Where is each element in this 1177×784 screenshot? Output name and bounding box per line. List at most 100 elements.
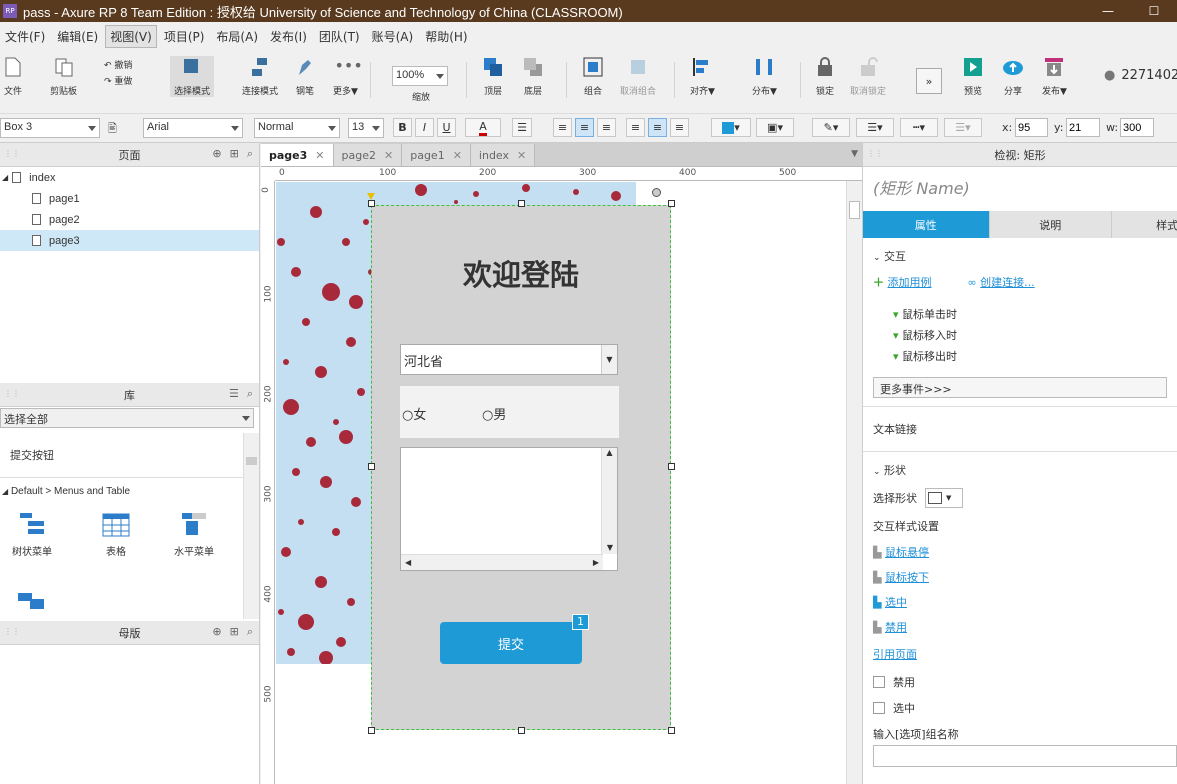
collapse-icon[interactable]: ◢ xyxy=(2,173,8,182)
file-button[interactable]: 文件 xyxy=(2,56,24,97)
event-mouse-enter[interactable]: ▾ 鼠标移入时 xyxy=(893,325,1167,346)
close-icon[interactable]: ✕ xyxy=(384,149,393,162)
tab-index[interactable]: index ✕ xyxy=(470,144,536,166)
group-button[interactable]: 组合 xyxy=(582,56,604,97)
style-selected-link[interactable]: ▙ 选中 xyxy=(873,590,1167,615)
shape-picker[interactable]: ▼ xyxy=(925,488,963,508)
line-color-button[interactable]: ✎ ▾ xyxy=(812,118,850,137)
clipboard-button[interactable]: 剪贴板 xyxy=(50,56,77,97)
scroll-left-icon[interactable]: ◀ xyxy=(405,558,411,567)
font-size-select[interactable]: 13 xyxy=(348,118,384,138)
tab-style[interactable]: 样式 xyxy=(1111,211,1177,238)
style-hover-link[interactable]: ▙ 鼠标悬停 xyxy=(873,540,1167,565)
menu-publish[interactable]: 发布(I) xyxy=(265,25,312,48)
font-color-button[interactable]: A xyxy=(465,118,501,137)
align-button[interactable]: 对齐▼ xyxy=(690,56,715,97)
scroll-right-icon[interactable]: ▶ xyxy=(593,558,599,567)
close-icon[interactable]: ✕ xyxy=(517,149,526,162)
undo-button[interactable]: ↶ 撤销 xyxy=(104,58,132,74)
expand-more-button[interactable]: » xyxy=(916,68,942,94)
library-item-horizontal-menu[interactable]: 水平菜单 xyxy=(162,511,226,558)
event-mouse-leave[interactable]: ▾ 鼠标移出时 xyxy=(893,346,1167,367)
canvas-scrollbar[interactable] xyxy=(846,181,862,784)
menu-team[interactable]: 团队(T) xyxy=(314,25,365,48)
close-icon[interactable]: ✕ xyxy=(453,149,462,162)
valign-top-button[interactable]: ≡ xyxy=(626,118,645,137)
create-link-link[interactable]: ∞ 创建连接... xyxy=(968,274,1035,290)
minimize-icon[interactable]: — xyxy=(1085,0,1131,22)
library-filter-select[interactable]: 选择全部 xyxy=(0,408,254,428)
scroll-down-icon[interactable]: ▼ xyxy=(602,543,618,552)
option-group-input[interactable] xyxy=(873,745,1177,767)
search-icon[interactable]: ⌕ xyxy=(247,147,253,161)
line-style-button[interactable]: ┅ ▾ xyxy=(900,118,938,137)
shape-name-field[interactable]: (矩形 Name) xyxy=(863,167,1177,207)
corner-radius-handle[interactable] xyxy=(367,193,375,200)
publish-button[interactable]: 发布▼ xyxy=(1042,56,1067,97)
resize-handle[interactable] xyxy=(518,200,525,207)
menu-file[interactable]: 文件(F) xyxy=(0,25,50,48)
search-icon[interactable]: ⌕ xyxy=(247,625,253,639)
user-account[interactable]: ● 2271402 xyxy=(1104,68,1177,83)
select-mode-button[interactable]: 选择模式 xyxy=(170,56,215,97)
bring-top-button[interactable]: 顶层 xyxy=(482,56,504,97)
menu-view[interactable]: 视图(V) xyxy=(105,24,157,48)
menu-icon[interactable]: ☰ xyxy=(229,387,239,401)
lock-button[interactable]: 锁定 xyxy=(814,56,836,97)
textarea-field[interactable]: ▲ ▼ ◀ ▶ xyxy=(400,447,618,571)
reference-page-link[interactable]: 引用页面 xyxy=(873,648,917,661)
search-icon[interactable]: ⌕ xyxy=(247,387,253,401)
add-page-icon[interactable]: ⊕ xyxy=(212,147,221,161)
add-case-link[interactable]: ＋ 添加用例 xyxy=(873,274,932,290)
x-input[interactable] xyxy=(1015,118,1048,137)
resize-handle[interactable] xyxy=(668,463,675,470)
bold-button[interactable]: B xyxy=(393,118,412,137)
text-link-section[interactable]: 文本链接 xyxy=(863,406,1177,451)
y-input[interactable] xyxy=(1066,118,1100,137)
bullet-list-button[interactable]: ☰ xyxy=(512,118,532,137)
pen-button[interactable]: 钢笔 xyxy=(294,56,316,97)
ungroup-button[interactable]: 取消组合 xyxy=(620,56,656,97)
resize-handle[interactable] xyxy=(668,727,675,734)
rotate-handle[interactable] xyxy=(652,188,661,197)
menu-account[interactable]: 账号(A) xyxy=(367,25,419,48)
library-item-tree-menu[interactable]: 树状菜单 xyxy=(0,511,64,558)
disabled-checkbox[interactable]: 禁用 xyxy=(873,674,1167,690)
connect-mode-button[interactable]: 连接模式 xyxy=(242,56,278,97)
radio-male[interactable]: ○男 xyxy=(482,404,506,423)
resize-handle[interactable] xyxy=(668,200,675,207)
tree-node-page3[interactable]: page3 xyxy=(0,230,259,251)
tree-node-page1[interactable]: page1 xyxy=(0,188,259,209)
tab-properties[interactable]: 属性 xyxy=(863,211,989,238)
tab-page1[interactable]: page1 ✕ xyxy=(402,144,471,166)
tab-page3[interactable]: page3 ✕ xyxy=(261,144,334,166)
library-item-table[interactable]: 表格 xyxy=(84,511,148,558)
font-family-select[interactable]: Arial xyxy=(143,118,243,138)
unlock-button[interactable]: 取消锁定 xyxy=(850,56,886,97)
valign-middle-button[interactable]: ≡ xyxy=(648,118,667,137)
maximize-icon[interactable]: ☐ xyxy=(1131,0,1177,22)
add-master-icon[interactable]: ⊕ xyxy=(212,625,221,639)
w-input[interactable] xyxy=(1120,118,1154,137)
library-section-header[interactable]: ◢ Default > Menus and Table xyxy=(0,477,243,505)
fill-color-button[interactable]: ▾ xyxy=(711,118,751,137)
selected-checkbox[interactable]: 选中 xyxy=(873,700,1167,716)
redo-button[interactable]: ↷ 重做 xyxy=(104,74,132,90)
align-right-button[interactable]: ≡ xyxy=(597,118,616,137)
tree-node-page2[interactable]: page2 xyxy=(0,209,259,230)
style-disabled-link[interactable]: ▙ 禁用 xyxy=(873,615,1167,640)
resize-handle[interactable] xyxy=(518,727,525,734)
menu-layout[interactable]: 布局(A) xyxy=(211,25,263,48)
event-click[interactable]: ▾ 鼠标单击时 xyxy=(893,304,1167,325)
library-scrollbar[interactable] xyxy=(243,433,259,619)
line-width-button[interactable]: ☰ ▾ xyxy=(856,118,894,137)
scroll-up-icon[interactable]: ▲ xyxy=(602,448,617,457)
province-select[interactable]: 河北省 ▼ xyxy=(400,344,618,375)
italic-button[interactable]: I xyxy=(415,118,434,137)
library-item-submit[interactable]: 提交按钮 xyxy=(0,433,243,477)
tab-notes[interactable]: 说明 xyxy=(988,211,1112,238)
align-center-button[interactable]: ≡ xyxy=(575,118,594,137)
font-style-select[interactable]: Normal xyxy=(254,118,340,138)
textarea-hscrollbar[interactable]: ◀ ▶ xyxy=(401,554,603,570)
more-button[interactable]: ••• 更多▼ xyxy=(333,56,363,97)
